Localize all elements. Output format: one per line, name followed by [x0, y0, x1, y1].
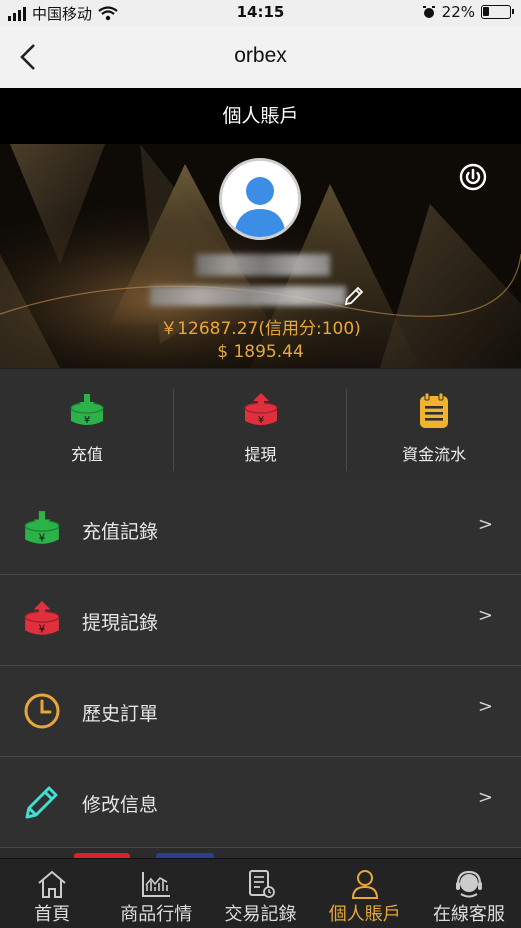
- avatar[interactable]: [219, 158, 301, 240]
- withdraw-label: 提現: [244, 445, 277, 464]
- chart-icon: [142, 872, 171, 897]
- tab-label: 商品行情: [120, 904, 193, 925]
- menu-item-edit-info[interactable]: 修改信息 >: [0, 757, 521, 848]
- deposit-button[interactable]: ¥ 充值: [0, 369, 174, 484]
- withdraw-button[interactable]: ¥ 提現: [174, 369, 348, 484]
- redacted-account-info: [150, 286, 346, 306]
- nav-bar: orbex: [0, 26, 521, 88]
- menu-item-withdraw-records[interactable]: ¥ 提現記錄 >: [0, 575, 521, 666]
- fund-flow-label: 資金流水: [402, 445, 467, 464]
- user-icon: [351, 870, 378, 899]
- tab-label: 交易記錄: [224, 904, 297, 925]
- deposit-icon: ¥: [24, 511, 60, 545]
- chevron-right-icon: >: [477, 514, 493, 535]
- clipboard-icon: [420, 393, 449, 428]
- svg-text:¥: ¥: [257, 415, 263, 426]
- edit-pencil-icon[interactable]: [342, 284, 366, 308]
- user-avatar-icon: [222, 161, 298, 237]
- tab-online-support[interactable]: 在線客服: [417, 859, 521, 928]
- menu-item-label: 充值記錄: [82, 521, 159, 543]
- withdraw-icon: ¥: [24, 601, 60, 636]
- svg-text:¥: ¥: [39, 624, 46, 636]
- menu-item-order-history[interactable]: 歷史訂單 >: [0, 666, 521, 757]
- chevron-right-icon: >: [477, 605, 493, 626]
- tab-label: 在線客服: [432, 904, 505, 925]
- tab-trade-records[interactable]: 交易記錄: [208, 859, 312, 928]
- tab-home[interactable]: 首頁: [0, 859, 104, 928]
- menu-item-label: 歷史訂單: [82, 703, 159, 725]
- nav-title: orbex: [234, 44, 287, 67]
- page-header: 個人賬戶: [0, 88, 521, 144]
- deposit-icon: ¥: [70, 394, 104, 426]
- tab-market[interactable]: 商品行情: [104, 859, 208, 928]
- chevron-right-icon: >: [477, 787, 493, 808]
- fund-flow-button[interactable]: 資金流水: [347, 369, 521, 484]
- battery-icon: [481, 5, 514, 19]
- quick-actions: ¥ 充值 ¥ 提現 資金流水: [0, 368, 521, 484]
- menu-item-label: 提現記錄: [82, 612, 159, 634]
- clock-icon: [24, 693, 60, 729]
- cny-balance: ￥12687.27(信用分:100): [160, 319, 361, 339]
- alarm-icon: [422, 6, 435, 18]
- profile-banner: ￥12687.27(信用分:100) $ 1895.44: [0, 144, 521, 368]
- menu-item-label: 修改信息: [82, 794, 159, 816]
- account-menu: ¥ 充值記錄 > ¥ 提現記錄 > 歷史訂單 > 修改信息 >: [0, 484, 521, 848]
- deposit-label: 充值: [70, 445, 103, 464]
- tab-personal-account[interactable]: 個人賬戶: [313, 859, 417, 928]
- menu-item-deposit-records[interactable]: ¥ 充值記錄 >: [0, 484, 521, 575]
- withdraw-icon: ¥: [243, 393, 278, 426]
- receipt-icon: [248, 870, 275, 898]
- chevron-right-icon: >: [477, 696, 493, 717]
- home-icon: [38, 870, 66, 898]
- bottom-tab-bar: 首頁 商品行情 交易記錄 個人賬戶 在線客服: [0, 858, 521, 928]
- redacted-username: [196, 254, 330, 276]
- pencil-icon: [25, 786, 58, 819]
- tab-label: 個人賬戶: [328, 904, 401, 925]
- battery-percent: 22%: [441, 3, 475, 21]
- tab-label: 首頁: [34, 904, 71, 925]
- headset-icon: [455, 870, 482, 898]
- status-bar: 中国移动 14:15 22%: [0, 0, 521, 26]
- page-title: 個人賬戶: [222, 105, 299, 127]
- usd-balance: $ 1895.44: [217, 342, 304, 362]
- svg-text:¥: ¥: [39, 533, 46, 545]
- svg-text:¥: ¥: [84, 415, 90, 426]
- logout-power-icon[interactable]: [458, 162, 488, 192]
